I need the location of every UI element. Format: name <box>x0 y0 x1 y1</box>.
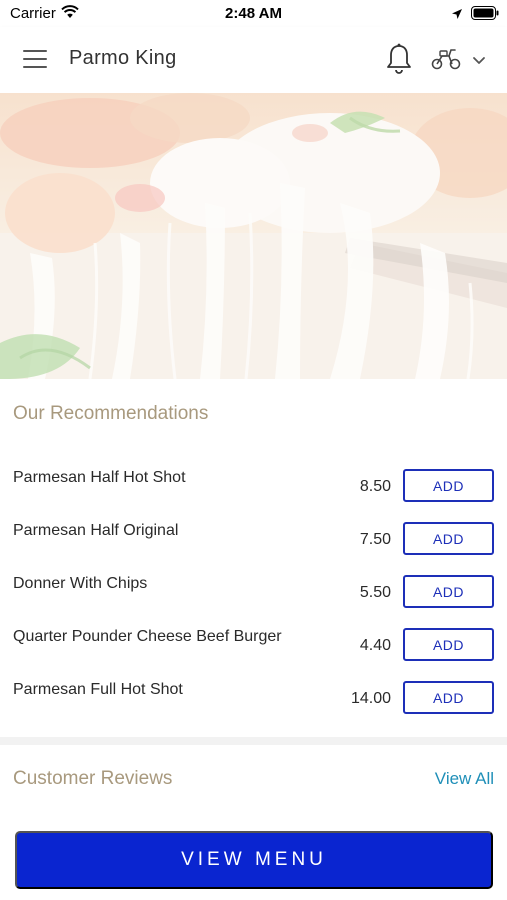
item-price: 8.50 <box>359 478 391 495</box>
app-title: Parmo King <box>69 47 177 69</box>
item-name: Parmesan Half Original <box>13 522 179 539</box>
recommendation-item: Parmesan Half Hot Shot 8.50 ADD <box>0 459 507 512</box>
status-time: 2:48 AM <box>225 5 282 22</box>
item-name: Parmesan Full Hot Shot <box>13 681 183 698</box>
reviews-title: Customer Reviews <box>13 768 173 789</box>
recommendation-item: Parmesan Full Hot Shot 14.00 ADD <box>0 671 507 724</box>
status-bar: Carrier 2:48 AM <box>0 0 507 27</box>
add-button[interactable]: ADD <box>403 469 494 502</box>
view-all-link[interactable]: View All <box>435 769 494 789</box>
add-button[interactable]: ADD <box>403 575 494 608</box>
recommendation-item: Donner With Chips 5.50 ADD <box>0 565 507 618</box>
add-button[interactable]: ADD <box>403 522 494 555</box>
recommendation-item: Quarter Pounder Cheese Beef Burger 4.40 … <box>0 618 507 671</box>
bell-icon[interactable] <box>385 43 413 80</box>
add-button[interactable]: ADD <box>403 628 494 661</box>
chevron-down-icon[interactable] <box>472 53 486 71</box>
item-name: Quarter Pounder Cheese Beef Burger <box>13 628 282 645</box>
location-arrow-icon <box>451 7 463 25</box>
app-header: Parmo King <box>0 27 507 93</box>
hamburger-menu-icon[interactable] <box>23 50 47 68</box>
view-menu-button[interactable]: VIEW MENU <box>15 831 493 889</box>
recommendations-title: Our Recommendations <box>13 403 209 424</box>
scooter-icon[interactable] <box>431 47 461 76</box>
recommendation-item: Parmesan Half Original 7.50 ADD <box>0 512 507 565</box>
item-price: 4.40 <box>359 637 391 654</box>
section-divider <box>0 737 507 745</box>
add-button[interactable]: ADD <box>403 681 494 714</box>
pizza-illustration <box>0 93 507 379</box>
battery-icon <box>471 6 499 25</box>
item-name: Donner With Chips <box>13 575 148 592</box>
item-price: 5.50 <box>359 584 391 601</box>
hero-food-image <box>0 93 507 379</box>
item-price: 7.50 <box>359 531 391 548</box>
item-name: Parmesan Half Hot Shot <box>13 469 186 486</box>
item-price: 14.00 <box>350 690 391 707</box>
